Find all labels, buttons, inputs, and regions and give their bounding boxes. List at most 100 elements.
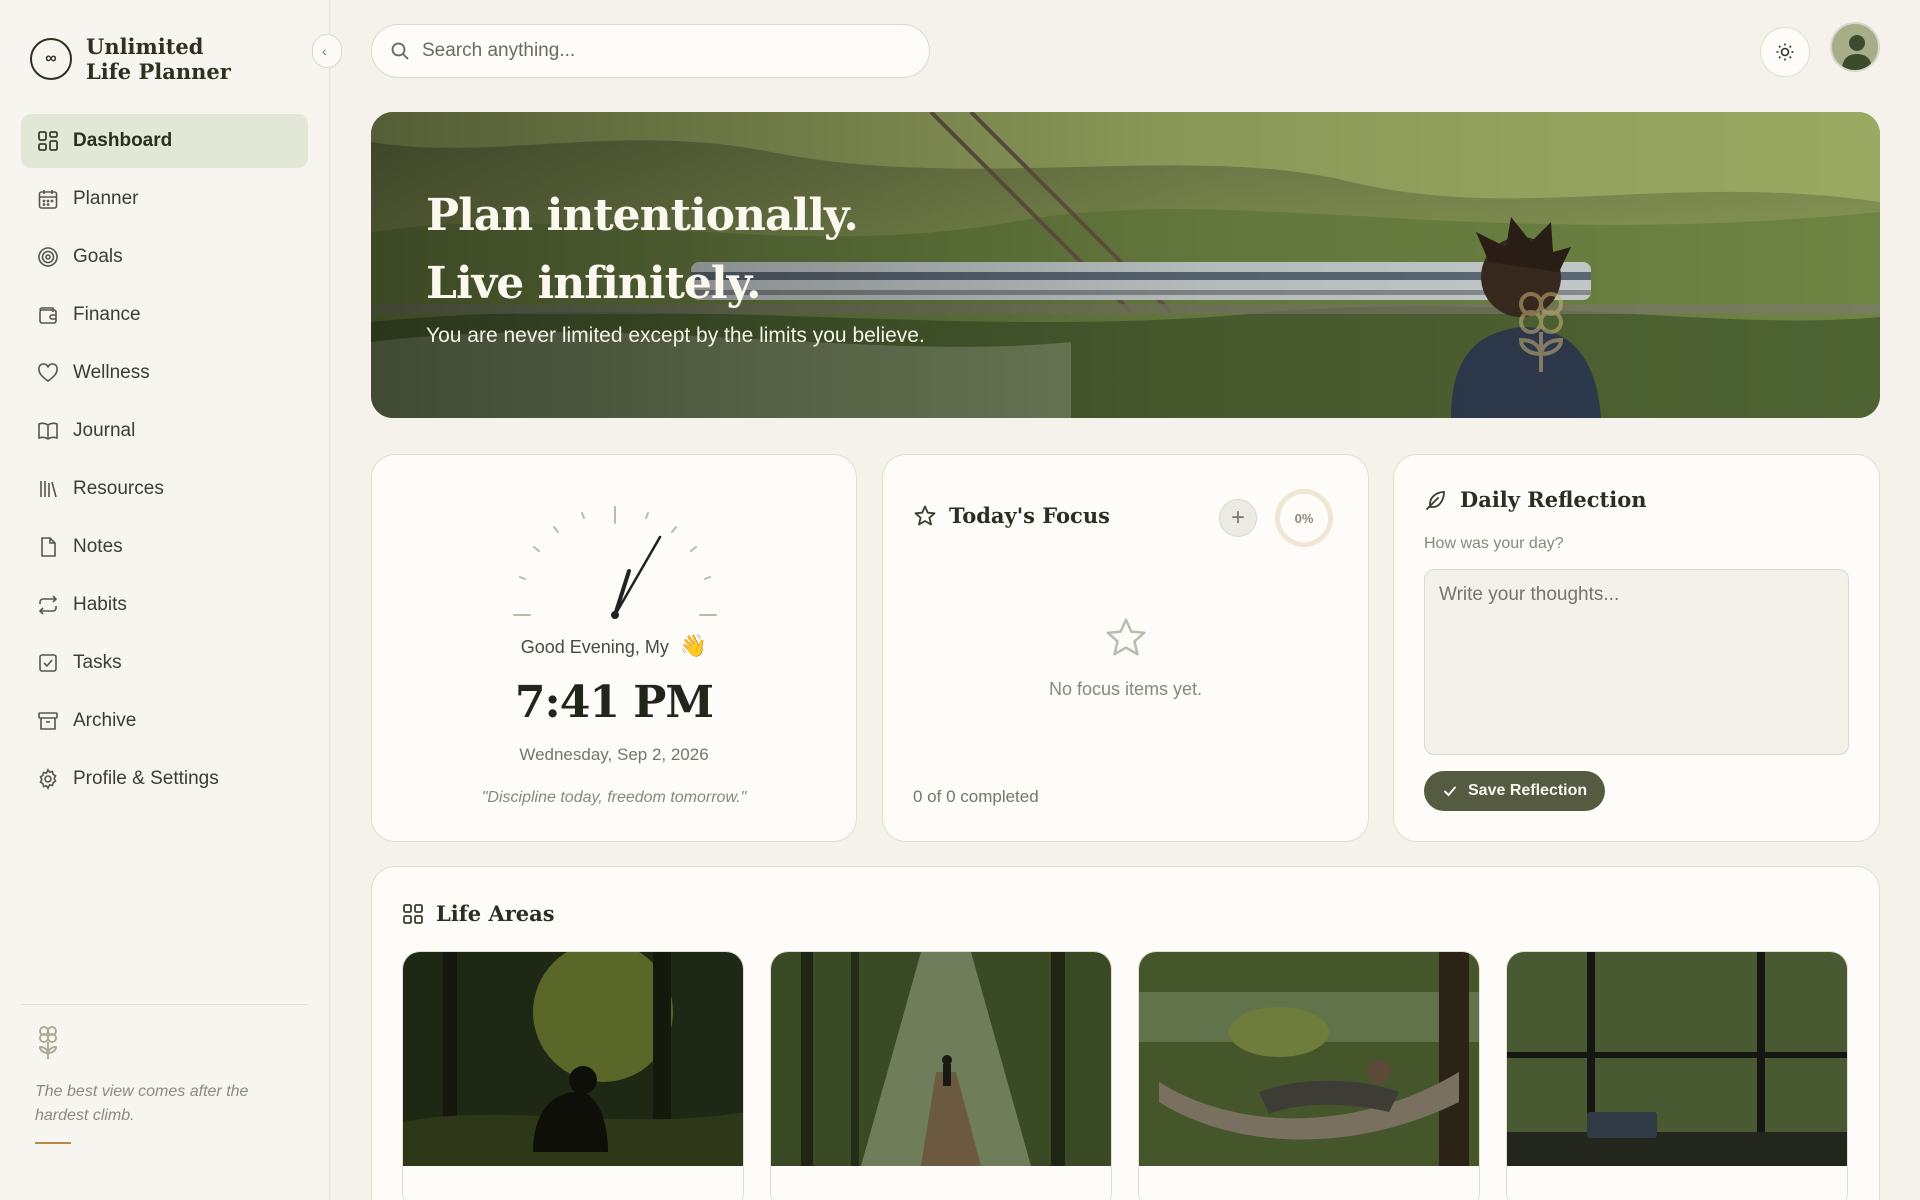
sidebar-item-label: Tasks <box>73 652 122 673</box>
life-areas-grid <box>402 951 1848 1200</box>
star-icon <box>914 505 936 525</box>
sidebar-item-habits[interactable]: Habits <box>21 578 308 632</box>
theme-toggle-button[interactable] <box>1760 27 1810 77</box>
reflection-textarea[interactable] <box>1424 569 1849 755</box>
chevron-left-icon: ‹ <box>322 43 327 59</box>
search-icon <box>391 42 409 60</box>
hammock-forest-image <box>1139 952 1479 1166</box>
library-icon <box>37 478 59 500</box>
reflection-question: How was your day? <box>1424 535 1564 552</box>
checkbox-icon <box>37 652 59 674</box>
current-time: 7:41 PM <box>514 677 714 728</box>
life-areas-card: Life Areas <box>371 866 1880 1200</box>
sidebar-item-label: Goals <box>73 246 123 267</box>
sidebar-item-resources[interactable]: Resources <box>21 462 308 516</box>
clock-dial <box>513 506 717 619</box>
sidebar-item-archive[interactable]: Archive <box>21 694 308 748</box>
motto-quote: "Discipline today, freedom tomorrow." <box>481 789 747 806</box>
sidebar-item-finance[interactable]: Finance <box>21 288 308 342</box>
sidebar-item-profile-settings[interactable]: Profile & Settings <box>21 752 308 806</box>
user-silhouette-icon <box>1842 35 1872 70</box>
heart-icon <box>37 362 59 384</box>
sidebar-item-goals[interactable]: Goals <box>21 230 308 284</box>
sidebar-item-planner[interactable]: Planner <box>21 172 308 226</box>
footer-quote: The best view comes after the hardest cl… <box>35 1083 249 1124</box>
greeting-label: Good Evening, My <box>520 637 669 657</box>
life-area-tile[interactable] <box>1506 951 1848 1200</box>
infinity-logo-icon: ∞ <box>30 38 72 80</box>
current-date: Wednesday, Sep 2, 2026 <box>519 745 709 764</box>
focus-header: Today's Focus <box>913 503 1110 528</box>
feather-icon <box>1426 490 1445 510</box>
life-area-tile[interactable] <box>770 951 1112 1200</box>
clock-card: Good Evening, My 👋 7:41 PM Wednesday, Se… <box>371 454 857 842</box>
sidebar-item-tasks[interactable]: Tasks <box>21 636 308 690</box>
hero-title-line1: Plan intentionally. <box>426 190 859 241</box>
sidebar-item-label: Wellness <box>73 362 150 383</box>
calendar-icon <box>37 188 59 210</box>
sidebar-item-label: Finance <box>73 304 141 325</box>
sidebar-item-dashboard[interactable]: Dashboard <box>21 114 308 168</box>
life-area-tile[interactable] <box>1138 951 1480 1200</box>
reflection-header: Daily Reflection <box>1424 487 1646 512</box>
focus-title: Today's Focus <box>949 503 1110 528</box>
file-icon <box>37 536 59 558</box>
grid-icon <box>403 903 423 924</box>
save-reflection-button[interactable]: Save Reflection <box>1424 771 1606 811</box>
wallet-icon <box>37 304 59 326</box>
search-input[interactable] <box>422 40 882 62</box>
sidebar-item-label: Archive <box>73 710 137 731</box>
sidebar-item-label: Profile & Settings <box>73 768 219 789</box>
target-icon <box>37 246 59 268</box>
sidebar-footer: The best view comes after the hardest cl… <box>21 1004 308 1144</box>
hero-title-line2: Live infinitely. <box>426 258 761 309</box>
clock-minute-hand <box>613 535 662 617</box>
sidebar-item-label: Resources <box>73 478 164 499</box>
life-area-tile[interactable] <box>402 951 744 1200</box>
forest-path-runner-image <box>771 952 1111 1166</box>
book-open-icon <box>37 420 59 442</box>
window-workspace-image <box>1507 952 1847 1166</box>
hero-banner: Plan intentionally. Live infinitely. You… <box>371 112 1880 418</box>
sidebar-item-journal[interactable]: Journal <box>21 404 308 458</box>
sidebar-item-label: Notes <box>73 536 123 557</box>
focus-completed-count: 0 of 0 completed <box>913 787 1039 806</box>
save-reflection-label: Save Reflection <box>1468 782 1588 799</box>
focus-empty-text: No focus items yet. <box>1048 679 1203 699</box>
waving-hand-icon: 👋 <box>679 633 708 658</box>
app-name: Unlimited Life Planner <box>86 34 231 84</box>
search-bar[interactable] <box>371 24 930 78</box>
check-icon <box>1444 786 1456 797</box>
forest-reading-image <box>403 952 743 1166</box>
app-name-line2: Life Planner <box>86 59 231 84</box>
sidebar-item-label: Planner <box>73 188 139 209</box>
hero-subtitle: You are never limited except by the limi… <box>426 324 925 347</box>
app-logo[interactable]: ∞ Unlimited Life Planner <box>30 34 231 84</box>
sidebar-item-wellness[interactable]: Wellness <box>21 346 308 400</box>
sidebar-item-label: Dashboard <box>73 130 173 151</box>
hero-title: Plan intentionally. Live infinitely. <box>426 182 859 318</box>
archive-icon <box>37 710 59 732</box>
greeting-text: Good Evening, My 👋 <box>372 633 856 659</box>
flower-icon <box>39 1026 57 1059</box>
add-focus-button[interactable]: + <box>1219 499 1257 537</box>
sidebar-item-label: Journal <box>73 420 136 441</box>
todays-focus-card: Today's Focus + 0% No focus items yet. 0… <box>882 454 1369 842</box>
sidebar-item-label: Habits <box>73 594 127 615</box>
daily-reflection-card: Daily Reflection How was your day? Save … <box>1393 454 1880 842</box>
repeat-icon <box>37 594 59 616</box>
gear-icon <box>37 768 59 790</box>
focus-progress-ring: 0% <box>1275 489 1333 547</box>
sidebar-nav: Dashboard Planner Goals Finance Wellness <box>21 114 308 810</box>
footer-divider <box>35 1142 71 1144</box>
sidebar: ∞ Unlimited Life Planner ‹ Dashboard Pla… <box>0 0 342 1200</box>
empty-star-icon <box>883 615 1368 666</box>
app-name-line1: Unlimited <box>86 34 204 59</box>
life-areas-title: Life Areas <box>436 901 555 926</box>
collapse-sidebar-button[interactable]: ‹ <box>312 34 342 68</box>
sun-icon <box>1776 43 1794 61</box>
user-avatar[interactable] <box>1830 22 1880 72</box>
reflection-title: Daily Reflection <box>1460 487 1647 512</box>
sidebar-item-notes[interactable]: Notes <box>21 520 308 574</box>
dashboard-grid-icon <box>37 130 59 152</box>
